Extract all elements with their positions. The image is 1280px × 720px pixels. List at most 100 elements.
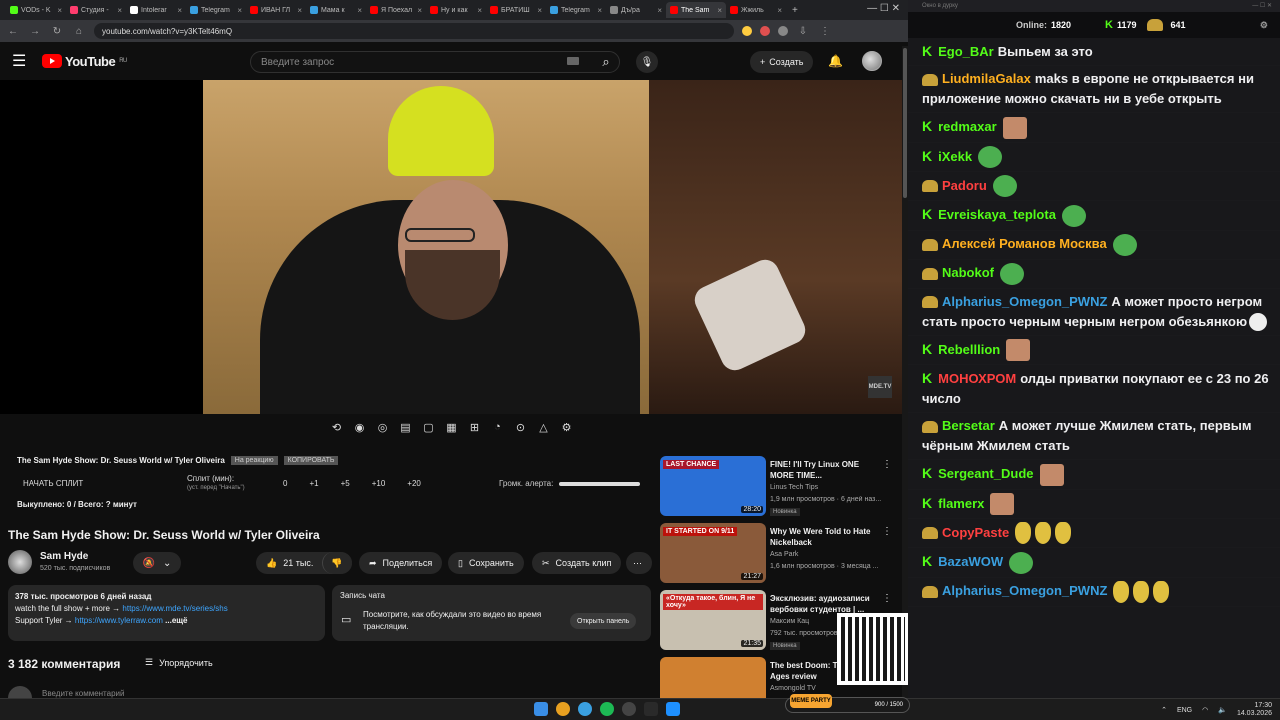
save-button[interactable]: ▯ Сохранить xyxy=(448,552,524,574)
chat-username[interactable]: МОНОХРОМ xyxy=(938,371,1016,386)
close-tab-icon[interactable]: × xyxy=(597,6,602,15)
youtube-logo[interactable]: YouTube RU xyxy=(42,54,127,69)
desc-link-mde[interactable]: https://www.mde.tv/series/shs xyxy=(122,604,227,613)
close-tab-icon[interactable]: × xyxy=(537,6,542,15)
camera-icon[interactable]: ⊙ xyxy=(512,421,529,434)
chat-username[interactable]: Алексей Романов Москва xyxy=(942,236,1107,251)
subscription-button[interactable]: 🔕 ⌄ xyxy=(133,552,181,574)
video-thumbnail[interactable]: IT STARTED ON 9/11 21:27 xyxy=(660,523,766,583)
browser-tab[interactable]: Жжиль × xyxy=(726,2,786,18)
chat-username[interactable]: Rebelllion xyxy=(938,342,1000,357)
close-tab-icon[interactable]: × xyxy=(297,6,302,15)
download-icon[interactable]: ⇩ xyxy=(796,26,810,37)
browser-tab[interactable]: Я Поехал × xyxy=(366,2,426,18)
recommended-channel[interactable]: Asmongold TV xyxy=(770,685,816,692)
create-button[interactable]: + Создать xyxy=(750,51,814,73)
start-split-button[interactable]: НАЧАТЬ СПЛИТ xyxy=(23,479,83,488)
chat-username[interactable]: Evreiskaya_teplota xyxy=(938,207,1056,222)
chat-username[interactable]: Alpharius_Omegon_PWNZ xyxy=(942,294,1107,309)
share-button[interactable]: ➦ Поделиться xyxy=(359,552,443,574)
reaction-tag[interactable]: На реакцию xyxy=(230,456,278,465)
browser-tab[interactable]: Дъ/ра × xyxy=(606,2,666,18)
video-thumbnail[interactable]: LAST CHANCE 28:20 xyxy=(660,456,766,516)
scrollbar-thumb[interactable] xyxy=(903,48,907,198)
film-icon[interactable]: ▤ xyxy=(397,421,414,434)
chat-username[interactable]: Ego_BAr xyxy=(938,44,994,59)
close-tab-icon[interactable]: × xyxy=(57,6,62,15)
alert-volume-slider[interactable] xyxy=(559,482,640,486)
clock[interactable]: 17:30 14.03.2026 xyxy=(1237,702,1272,718)
extension-icon[interactable] xyxy=(760,26,770,36)
home-icon[interactable]: ⌂ xyxy=(72,26,86,37)
settings-icon[interactable]: ⚙ xyxy=(1260,20,1268,31)
recommended-video[interactable]: LAST CHANCE 28:20 FINE! I'll Try Linux ONE… xyxy=(660,456,900,519)
avatar[interactable] xyxy=(862,51,882,71)
chat-username[interactable]: CopyPaste xyxy=(942,525,1009,540)
loop-icon[interactable]: ⟲ xyxy=(328,421,345,434)
flask-icon[interactable]: △ xyxy=(535,421,552,434)
dislike-button[interactable]: 👎 xyxy=(322,552,352,574)
add-frame-icon[interactable]: ⊞ xyxy=(466,421,483,434)
description-box[interactable]: 378 тыс. просмотров 6 дней назад watch t… xyxy=(8,585,325,641)
split-add-1[interactable]: +1 xyxy=(309,479,318,488)
obs-icon[interactable] xyxy=(622,702,636,716)
close-tab-icon[interactable]: × xyxy=(717,6,722,15)
extension-icon[interactable] xyxy=(742,26,752,36)
browser-tab[interactable]: Intolerar × xyxy=(126,2,186,18)
close-tab-icon[interactable]: × xyxy=(237,6,242,15)
more-actions-button[interactable]: ⋯ xyxy=(626,552,652,574)
close-tab-icon[interactable]: × xyxy=(117,6,122,15)
keyboard-icon[interactable] xyxy=(567,57,579,65)
show-more-link[interactable]: ...ещё xyxy=(163,616,187,625)
spotify-icon[interactable] xyxy=(600,702,614,716)
grid-icon[interactable]: ▦ xyxy=(443,421,460,434)
chat-username[interactable]: LiudmilaGalax xyxy=(942,71,1031,86)
chat-username[interactable]: Sergeant_Dude xyxy=(938,466,1033,481)
clip-button[interactable]: ✂ Создать клип xyxy=(532,552,622,574)
browser-tab[interactable]: Ну и как × xyxy=(426,2,486,18)
window-controls[interactable]: — ☐ ✕ xyxy=(867,3,900,14)
window-controls[interactable]: — ☐ ✕ xyxy=(1252,0,1272,12)
windows-start-icon[interactable] xyxy=(534,702,548,716)
chat-username[interactable]: Bersetar xyxy=(942,418,995,433)
chrome-icon[interactable] xyxy=(556,702,570,716)
image-icon[interactable]: ▢ xyxy=(420,421,437,434)
chat-username[interactable]: iXekk xyxy=(938,149,972,164)
volume-icon[interactable]: 🔈 xyxy=(1218,706,1227,714)
close-tab-icon[interactable]: × xyxy=(657,6,662,15)
video-player[interactable]: MDE.TV xyxy=(0,80,902,414)
chat-username[interactable]: redmaxar xyxy=(938,119,997,134)
split-add-20[interactable]: +20 xyxy=(407,479,421,488)
gear-icon[interactable]: ⚙ xyxy=(558,421,575,434)
browser-tab[interactable]: Мама к × xyxy=(306,2,366,18)
more-icon[interactable]: ⋮ xyxy=(882,526,892,537)
search-input[interactable]: Введите запрос xyxy=(250,51,620,73)
chat-username[interactable]: Alpharius_Omegon_PWNZ xyxy=(942,583,1107,598)
comment-input[interactable]: Введите комментарий xyxy=(42,689,124,698)
browser-tab[interactable]: VODs - K × xyxy=(6,2,66,18)
split-add-10[interactable]: +10 xyxy=(372,479,386,488)
extension-icon[interactable] xyxy=(778,26,788,36)
new-tab-icon[interactable]: + xyxy=(792,5,798,16)
close-tab-icon[interactable]: × xyxy=(357,6,362,15)
recommended-title[interactable]: Why We Were Told to Hate Nickelback xyxy=(770,526,885,548)
browser-tab[interactable]: Telegram × xyxy=(546,2,606,18)
recommended-channel[interactable]: Linus Tech Tips xyxy=(770,484,818,491)
chat-username[interactable]: BazaWOW xyxy=(938,554,1003,569)
microphone-icon[interactable]: 🎙 xyxy=(636,51,658,73)
bell-icon[interactable]: 🔔 xyxy=(828,54,843,68)
app-icon[interactable] xyxy=(666,702,680,716)
chat-username[interactable]: Nabokof xyxy=(942,265,994,280)
wifi-icon[interactable]: ◠ xyxy=(1202,706,1208,714)
video-thumbnail[interactable]: «Откуда такое, блин, Я не хочу» 21:35 xyxy=(660,590,766,650)
browser-tab[interactable]: БРАТИШ × xyxy=(486,2,546,18)
close-tab-icon[interactable]: × xyxy=(417,6,422,15)
more-icon[interactable]: ⋮ xyxy=(882,459,892,470)
browser-tab[interactable]: The Sam × xyxy=(666,2,726,18)
channel-avatar[interactable] xyxy=(8,550,32,574)
forward-icon[interactable]: → xyxy=(28,26,42,37)
browser-tab[interactable]: Студия - × xyxy=(66,2,126,18)
sort-button[interactable]: ☰ Упорядочить xyxy=(145,657,213,668)
browser-tab[interactable]: ИВАН ГЛ × xyxy=(246,2,306,18)
close-tab-icon[interactable]: × xyxy=(177,6,182,15)
